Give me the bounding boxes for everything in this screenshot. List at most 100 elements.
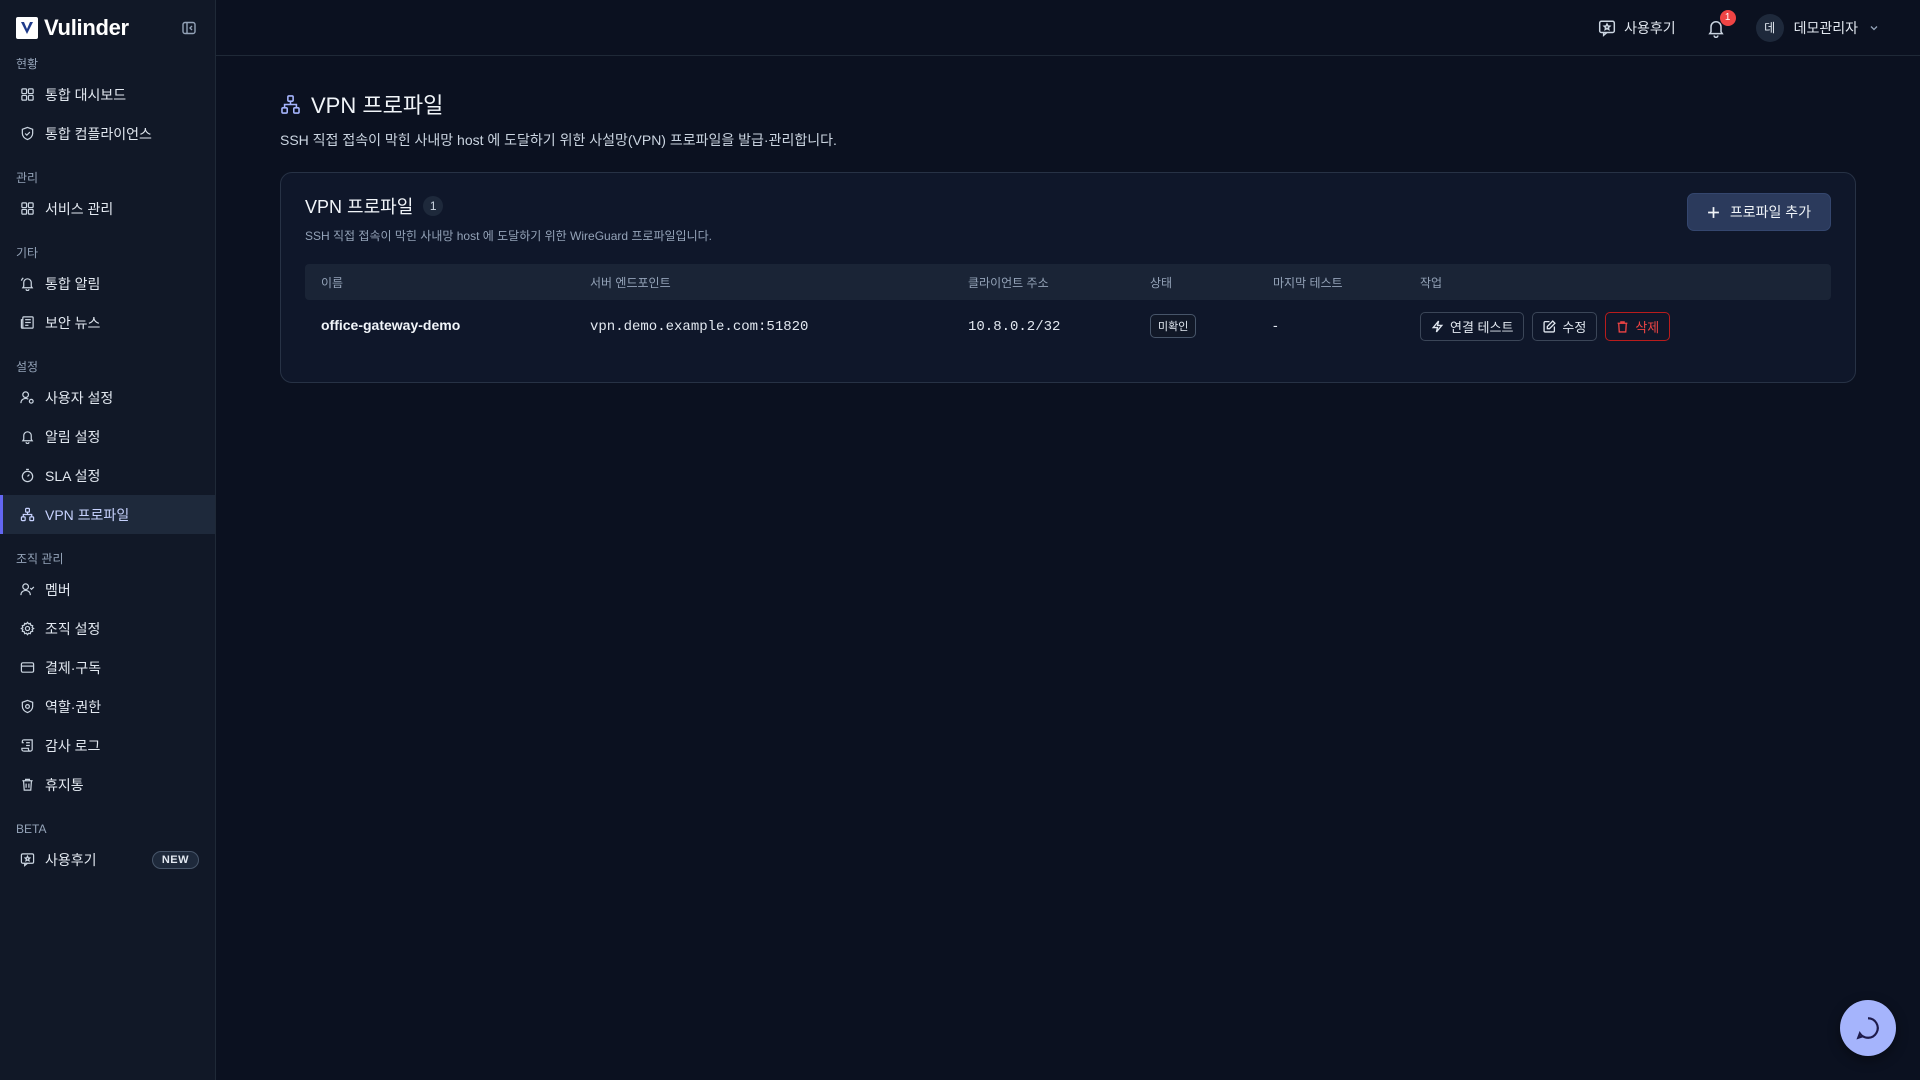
notification-bell-button[interactable]: 1 bbox=[1706, 9, 1736, 38]
edit-label: 수정 bbox=[1562, 319, 1587, 335]
sidebar-item-security-news[interactable]: 보안 뉴스 bbox=[0, 303, 215, 342]
app-root: Vulinder 현황 통합 대시보드 통합 컴플라이언스 관리 서비스 관리 … bbox=[0, 0, 1920, 1080]
sidebar-item-alert-settings[interactable]: 알림 설정 bbox=[0, 417, 215, 456]
chat-bubble-icon bbox=[1855, 1015, 1881, 1041]
topbar-review-button[interactable]: 사용후기 bbox=[1598, 18, 1676, 38]
column-header-client-address[interactable]: 클라이언트 주소 bbox=[952, 274, 1134, 291]
server-endpoint: vpn.demo.example.com:51820 bbox=[590, 319, 809, 335]
card-heading: VPN 프로파일 1 SSH 직접 접속이 막힌 사내망 host 에 도달하기… bbox=[305, 193, 712, 244]
add-profile-button[interactable]: 프로파일 추가 bbox=[1686, 193, 1831, 231]
bell-icon bbox=[19, 429, 35, 445]
network-icon bbox=[19, 507, 35, 523]
sidebar-item-org-settings[interactable]: 조직 설정 bbox=[0, 609, 215, 648]
sidebar-collapse-icon[interactable] bbox=[179, 18, 199, 38]
sidebar: Vulinder 현황 통합 대시보드 통합 컴플라이언스 관리 서비스 관리 … bbox=[0, 0, 216, 1080]
sidebar-item-label: 결제·구독 bbox=[45, 659, 102, 676]
message-square-icon bbox=[1598, 19, 1616, 37]
section-label-beta: BETA bbox=[16, 822, 47, 836]
sidebar-item-label: 사용자 설정 bbox=[45, 389, 114, 406]
user-check-icon bbox=[19, 582, 35, 598]
sidebar-item-notifications[interactable]: 통합 알림 bbox=[0, 264, 215, 303]
sidebar-item-label: 감사 로그 bbox=[45, 737, 101, 754]
user-name: 데모관리자 bbox=[1793, 19, 1858, 36]
section-label-management: 관리 bbox=[16, 171, 39, 185]
page-title-row: VPN 프로파일 bbox=[280, 88, 1856, 120]
column-header-name[interactable]: 이름 bbox=[305, 274, 574, 291]
sidebar-item-compliance[interactable]: 통합 컴플라이언스 bbox=[0, 114, 215, 153]
row-actions: 연결 테스트 수정 삭제 bbox=[1420, 311, 1831, 341]
section-label-settings: 설정 bbox=[16, 360, 39, 374]
table-header: 이름 서버 엔드포인트 클라이언트 주소 상태 마지막 테스트 작업 bbox=[305, 264, 1831, 300]
edit-icon bbox=[1543, 319, 1557, 333]
card-header: VPN 프로파일 1 SSH 직접 접속이 막힌 사내망 host 에 도달하기… bbox=[305, 193, 1831, 244]
table-row: office-gateway-demo vpn.demo.example.com… bbox=[305, 300, 1831, 352]
brand-name: Vulinder bbox=[44, 14, 129, 40]
message-square-icon bbox=[19, 852, 35, 868]
sidebar-header: Vulinder bbox=[0, 0, 215, 55]
user-cog-icon bbox=[19, 390, 35, 406]
sidebar-item-members[interactable]: 멤버 bbox=[0, 570, 215, 609]
column-header-status[interactable]: 상태 bbox=[1134, 274, 1257, 291]
sidebar-item-label: 역할·권한 bbox=[45, 698, 102, 715]
sidebar-item-roles[interactable]: 역할·권한 bbox=[0, 687, 215, 726]
card-title-row: VPN 프로파일 1 bbox=[305, 193, 712, 219]
edit-button[interactable]: 수정 bbox=[1532, 311, 1598, 341]
delete-button[interactable]: 삭제 bbox=[1605, 311, 1671, 341]
topbar: 사용후기 1 데 데모관리자 bbox=[216, 0, 1920, 56]
credit-card-icon bbox=[19, 660, 35, 676]
last-test-value: - bbox=[1273, 317, 1278, 333]
column-header-last-test[interactable]: 마지막 테스트 bbox=[1257, 274, 1404, 291]
add-profile-label: 프로파일 추가 bbox=[1729, 204, 1811, 220]
status-badge: 미확인 bbox=[1150, 314, 1197, 338]
newspaper-icon bbox=[19, 315, 35, 331]
plus-icon bbox=[1707, 206, 1720, 219]
sidebar-item-label: 알림 설정 bbox=[45, 428, 101, 445]
section-label-etc: 기타 bbox=[16, 246, 39, 260]
sidebar-item-label: 사용후기 bbox=[45, 851, 97, 868]
sidebar-item-service-management[interactable]: 서비스 관리 bbox=[0, 189, 215, 228]
page-description: SSH 직접 접속이 막힌 사내망 host 에 도달하기 위한 사설망(VPN… bbox=[280, 132, 837, 148]
vpn-profile-card: VPN 프로파일 1 SSH 직접 접속이 막힌 사내망 host 에 도달하기… bbox=[280, 172, 1856, 383]
delete-label: 삭제 bbox=[1635, 319, 1660, 335]
sidebar-item-dashboard[interactable]: 통합 대시보드 bbox=[0, 75, 215, 114]
sidebar-item-trash[interactable]: 휴지통 bbox=[0, 765, 215, 804]
profile-name: office-gateway-demo bbox=[321, 317, 461, 333]
sidebar-item-reviews[interactable]: 사용후기 NEW bbox=[0, 840, 215, 879]
sidebar-item-audit-log[interactable]: 감사 로그 bbox=[0, 726, 215, 765]
sidebar-item-label: 조직 설정 bbox=[45, 620, 101, 637]
sidebar-item-label: SLA 설정 bbox=[45, 467, 101, 484]
topbar-review-label: 사용후기 bbox=[1624, 19, 1676, 36]
sidebar-item-billing[interactable]: 결제·구독 bbox=[0, 648, 215, 687]
chat-support-button[interactable] bbox=[1840, 1000, 1896, 1056]
client-address: 10.8.0.2/32 bbox=[968, 319, 1061, 335]
connection-test-button[interactable]: 연결 테스트 bbox=[1420, 311, 1525, 341]
trash-icon bbox=[1616, 320, 1629, 333]
new-badge: NEW bbox=[151, 850, 199, 869]
zap-icon bbox=[1431, 320, 1444, 333]
column-header-actions: 작업 bbox=[1420, 275, 1443, 290]
trash-icon bbox=[19, 777, 35, 793]
sidebar-item-user-settings[interactable]: 사용자 설정 bbox=[0, 378, 215, 417]
profile-count-badge: 1 bbox=[423, 196, 444, 216]
timer-icon bbox=[19, 468, 35, 484]
sidebar-item-label: 보안 뉴스 bbox=[45, 314, 101, 331]
brand-logo[interactable]: Vulinder bbox=[16, 15, 129, 41]
shield-check-icon bbox=[19, 126, 35, 142]
page-content: VPN 프로파일 SSH 직접 접속이 막힌 사내망 host 에 도달하기 위… bbox=[216, 56, 1920, 383]
sidebar-item-label: VPN 프로파일 bbox=[45, 506, 130, 523]
grid-icon bbox=[19, 201, 35, 217]
notification-count-badge: 1 bbox=[1719, 9, 1736, 26]
sidebar-item-sla-settings[interactable]: SLA 설정 bbox=[0, 456, 215, 495]
user-menu[interactable]: 데 데모관리자 bbox=[1755, 13, 1880, 42]
connection-test-label: 연결 테스트 bbox=[1450, 319, 1514, 335]
sidebar-item-label: 통합 대시보드 bbox=[45, 86, 127, 103]
vpn-profile-table: 이름 서버 엔드포인트 클라이언트 주소 상태 마지막 테스트 작업 offic… bbox=[305, 264, 1831, 352]
sidebar-item-label: 멤버 bbox=[45, 581, 71, 598]
sidebar-item-label: 서비스 관리 bbox=[45, 200, 114, 217]
sidebar-item-label: 통합 알림 bbox=[45, 275, 101, 292]
section-label-organization: 조직 관리 bbox=[16, 552, 64, 566]
bell-ring-icon bbox=[19, 276, 35, 292]
column-header-endpoint[interactable]: 서버 엔드포인트 bbox=[574, 274, 952, 291]
page-title: VPN 프로파일 bbox=[311, 93, 444, 118]
sidebar-item-vpn-profile[interactable]: VPN 프로파일 bbox=[0, 495, 215, 534]
